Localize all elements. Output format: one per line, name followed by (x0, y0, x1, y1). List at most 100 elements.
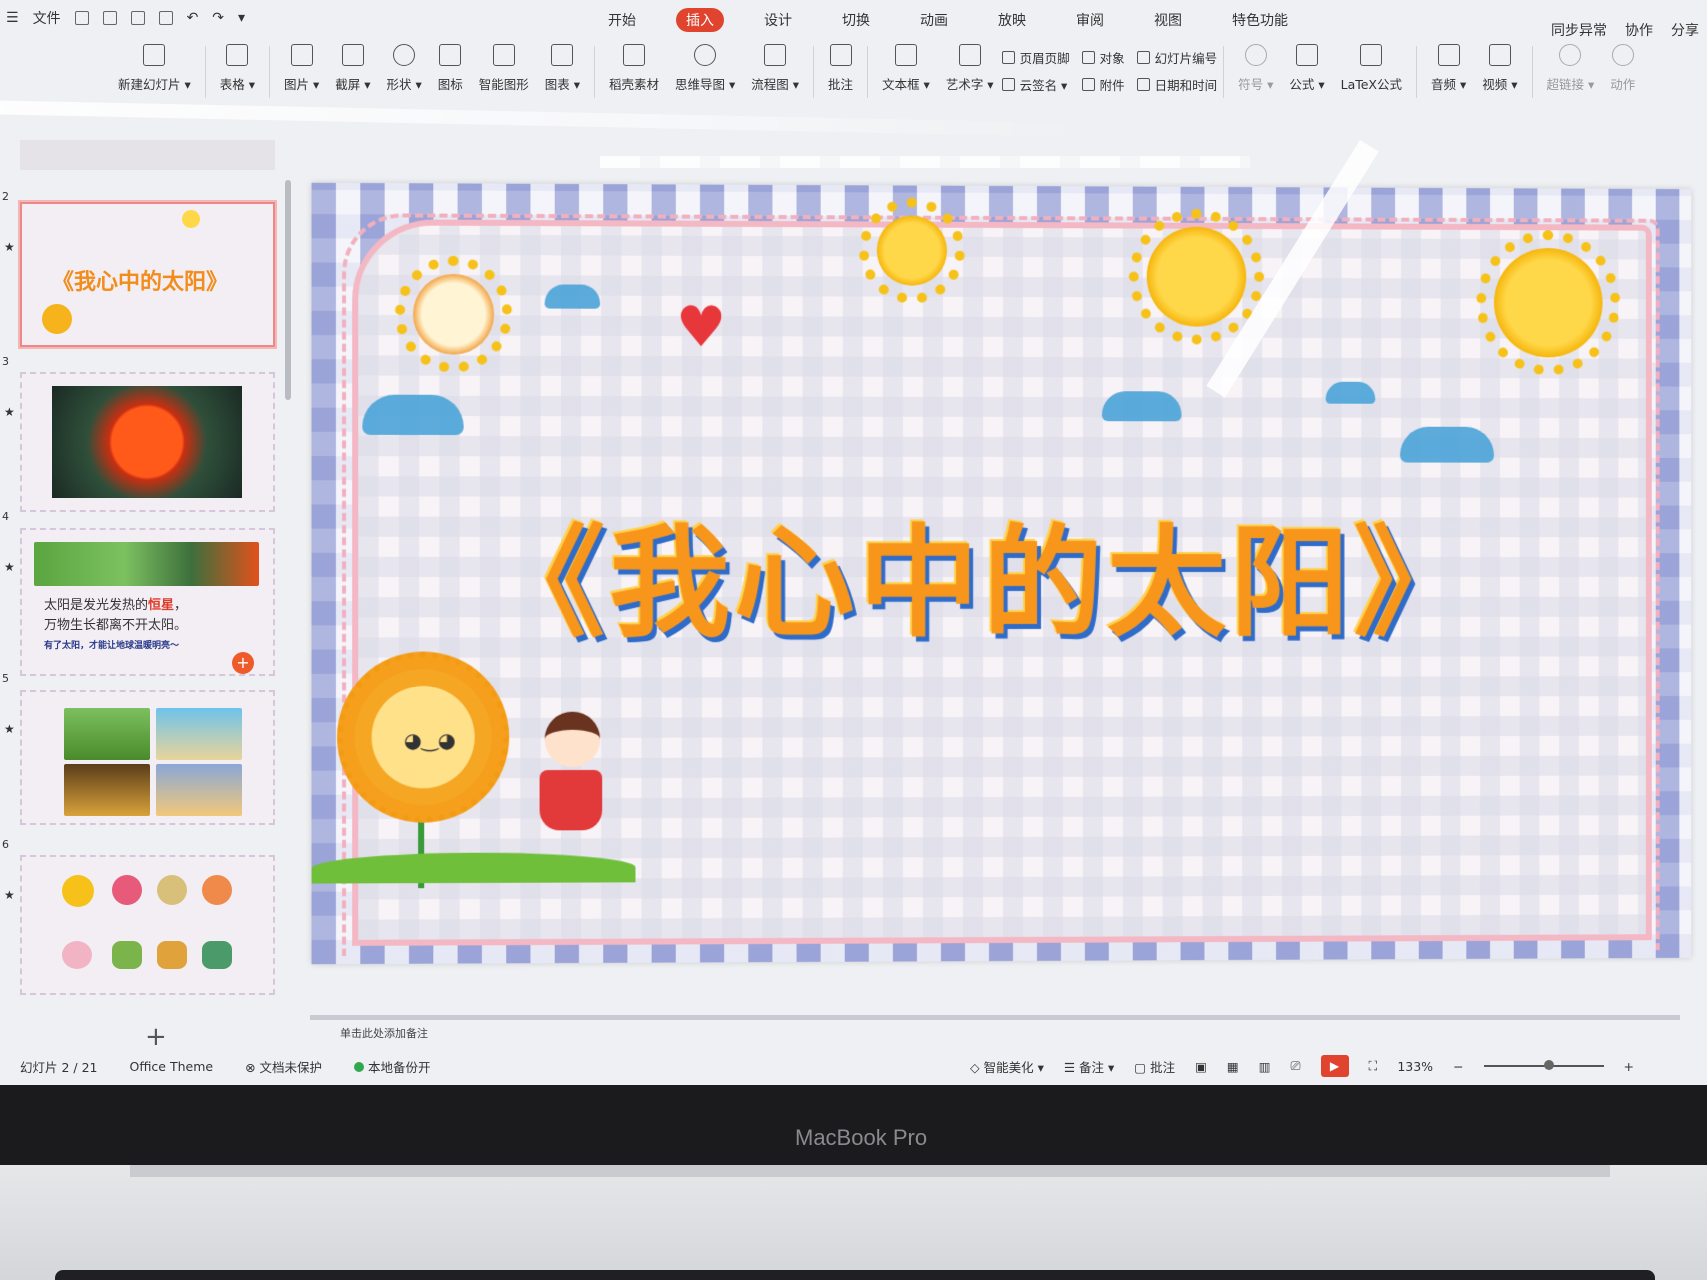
normal-view-icon[interactable]: ▣ (1195, 1059, 1207, 1074)
latex-button[interactable]: LaTeX公式 (1333, 40, 1410, 97)
smartart-button[interactable]: 智能图形 (471, 40, 537, 97)
thumbnail-slide-3[interactable] (20, 372, 275, 512)
backup-status[interactable]: 本地备份开 (354, 1057, 431, 1076)
status-right: ◇ 智能美化 ▾ ☰ 备注 ▾ ▢ 批注 ▣ ▦ ▥ ⎚ ▶ ⛶ 133% − … (970, 1055, 1634, 1077)
sketch-sun-icon (413, 273, 495, 355)
new-slide-icon (143, 44, 166, 66)
zoom-out-icon[interactable]: − (1453, 1059, 1463, 1074)
blossom-icon (62, 941, 92, 969)
thumbnail-slide-4[interactable]: 太阳是发光发热的恒星， 万物生长都离不开太阳。 有了太阳，才能让地球温暖明亮～ … (20, 528, 275, 676)
tab-home[interactable]: 开始 (598, 8, 646, 32)
thumbnail-number: 4 (2, 510, 9, 523)
export-icon[interactable] (102, 11, 117, 25)
plant-icon (112, 941, 142, 969)
symbol-button[interactable]: 符号 ▾ (1230, 40, 1281, 97)
audio-button[interactable]: 音频 ▾ (1423, 40, 1474, 97)
animation-star-icon: ★ (4, 722, 15, 736)
tab-special[interactable]: 特色功能 (1222, 8, 1298, 32)
play-slideshow-button[interactable]: ▶ (1320, 1055, 1349, 1077)
screenshot-button[interactable]: 截屏 ▾ (327, 40, 378, 97)
small-col-header: 页眉页脚 云签名 ▾ (1001, 40, 1070, 94)
cloud-icon (1400, 426, 1494, 463)
divider (1223, 46, 1225, 98)
comments-button[interactable]: ▢ 批注 (1134, 1057, 1175, 1076)
new-slide-button[interactable]: 新建幻灯片 ▾ (110, 40, 199, 97)
sorter-view-icon[interactable]: ▦ (1227, 1059, 1239, 1074)
slide-canvas[interactable]: ♥ 《我心中的太阳》 ◕‿◕ (311, 182, 1692, 965)
tab-transitions[interactable]: 切换 (832, 8, 880, 32)
flowchart-button[interactable]: 流程图 ▾ (743, 40, 807, 97)
chart-button[interactable]: 图表 ▾ (537, 40, 588, 97)
share-button[interactable]: 分享 (1671, 20, 1699, 40)
zoom-level[interactable]: 133% (1397, 1059, 1433, 1074)
slide-thumbnails-panel: 2 ★ 《我心中的太阳》 3 ★ 4 ★ 太阳是发光发热的恒星， 万物生长都离不… (0, 140, 290, 1052)
add-slide-icon[interactable]: + (232, 652, 254, 674)
date-time-button[interactable]: 日期和时间 (1136, 75, 1217, 94)
hamburger-icon[interactable]: ☰ (6, 10, 19, 26)
wordart-button[interactable]: 艺术字 ▾ (938, 40, 1002, 97)
girl-head (544, 711, 601, 768)
thumbnail-slide-6[interactable] (20, 855, 275, 995)
picture-button[interactable]: 图片 ▾ (276, 40, 327, 97)
notes-placeholder[interactable]: 单击此处添加备注 (340, 1025, 428, 1041)
girl-dress (539, 769, 603, 831)
cloud-icon (1101, 391, 1182, 422)
docer-assets-button[interactable]: 稻壳素材 (601, 40, 667, 97)
slide-title[interactable]: 《我心中的太阳》 (484, 485, 1476, 660)
tab-insert[interactable]: 插入 (676, 8, 724, 32)
redo-icon[interactable]: ↷ (212, 10, 224, 26)
shape-button[interactable]: 形状 ▾ (379, 40, 430, 97)
print-icon[interactable] (130, 11, 145, 25)
link-icon (1559, 44, 1582, 66)
action-button[interactable]: 动作 (1602, 40, 1643, 97)
file-menu[interactable]: 文件 (33, 8, 61, 28)
divider (269, 46, 270, 98)
picture-icon (290, 44, 313, 66)
tab-view[interactable]: 视图 (1144, 8, 1192, 32)
tab-slideshow[interactable]: 放映 (988, 8, 1036, 32)
leaves-icon (157, 941, 187, 969)
customize-chevron-icon[interactable]: ▾ (238, 10, 245, 26)
horizontal-scrollbar[interactable] (310, 1015, 1680, 1020)
zoom-in-icon[interactable]: + (1624, 1059, 1634, 1074)
preview-icon[interactable] (158, 11, 173, 25)
comment-button[interactable]: 批注 (820, 40, 861, 97)
reading-view-icon[interactable]: ▥ (1259, 1059, 1271, 1074)
tab-design[interactable]: 设计 (754, 8, 802, 32)
fit-window-icon[interactable]: ⛶ (1369, 1058, 1378, 1074)
tab-review[interactable]: 审阅 (1066, 8, 1114, 32)
textbox-button[interactable]: 文本框 ▾ (874, 40, 938, 97)
notes-button[interactable]: ☰ 备注 ▾ (1064, 1057, 1114, 1076)
animation-star-icon: ★ (4, 240, 15, 254)
protect-status[interactable]: ⊗ 文档未保护 (245, 1057, 322, 1076)
slide-number-icon (1136, 51, 1150, 64)
tab-animations[interactable]: 动画 (910, 8, 958, 32)
table-button[interactable]: 表格 ▾ (212, 40, 263, 97)
thumbnail-scrollbar[interactable] (285, 180, 291, 400)
ribbon-insert: 新建幻灯片 ▾ 表格 ▾ 图片 ▾ 截屏 ▾ 形状 ▾ 图标 智能图形 图表 ▾… (0, 40, 1707, 110)
zoom-slider[interactable] (1483, 1060, 1604, 1070)
presenter-icon[interactable]: ⎚ (1291, 1058, 1301, 1074)
cloud-sign-button[interactable]: 云签名 ▾ (1001, 75, 1070, 94)
thumbnail-slide-5[interactable] (20, 690, 275, 825)
attachment-button[interactable]: 附件 (1081, 75, 1125, 94)
save-icon[interactable] (74, 11, 89, 25)
thumbnail-partial[interactable] (20, 140, 275, 170)
collaborate-button[interactable]: 协作 (1625, 20, 1653, 40)
header-footer-button[interactable]: 页眉页脚 (1001, 48, 1070, 67)
video-button[interactable]: 视频 ▾ (1474, 40, 1525, 97)
divider (867, 46, 869, 98)
undo-icon[interactable]: ↶ (187, 10, 199, 26)
smart-beautify-button[interactable]: ◇ 智能美化 ▾ (970, 1057, 1044, 1076)
laptop-edge (55, 1270, 1655, 1280)
formula-button[interactable]: 公式 ▾ (1281, 40, 1332, 97)
thumbnail-slide-2[interactable]: 《我心中的太阳》 (18, 200, 277, 349)
object-button[interactable]: 对象 (1081, 48, 1125, 67)
divider (1531, 46, 1533, 98)
mindmap-button[interactable]: 思维导图 ▾ (667, 40, 743, 97)
sync-status[interactable]: 同步异常 (1551, 20, 1607, 40)
calendar-icon (1136, 78, 1150, 91)
icons-button[interactable]: 图标 (430, 40, 471, 97)
hyperlink-button[interactable]: 超链接 ▾ (1539, 40, 1603, 97)
slide-number-button[interactable]: 幻灯片编号 (1136, 48, 1217, 67)
